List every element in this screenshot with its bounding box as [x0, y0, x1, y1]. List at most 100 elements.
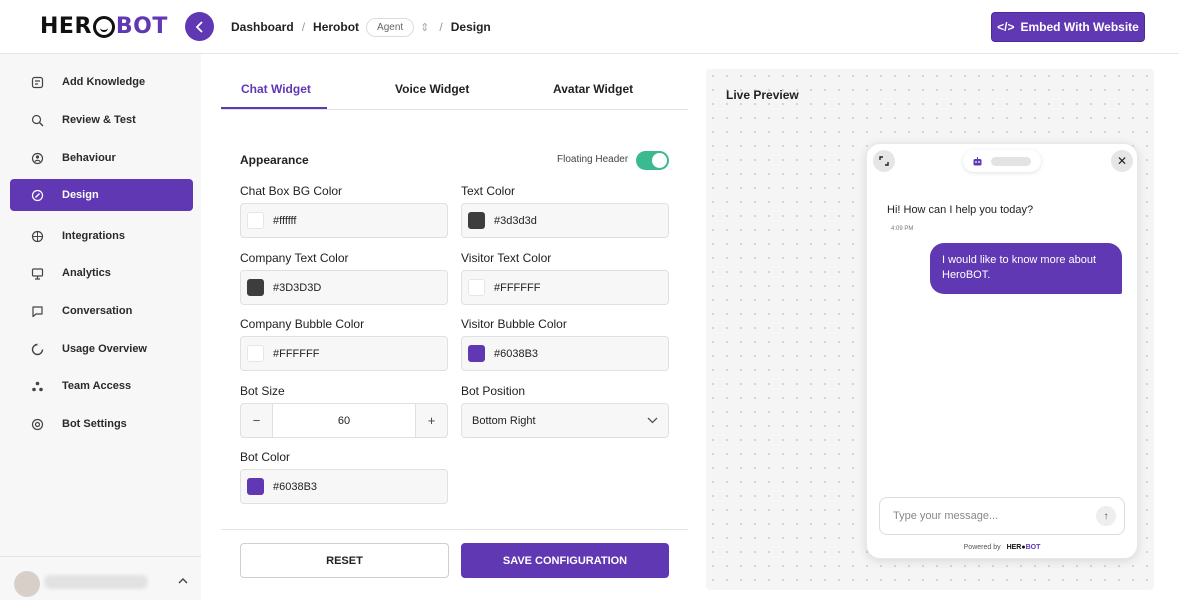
- bot-position-label: Bot Position: [461, 384, 526, 398]
- visitor-text-color-field[interactable]: #FFFFFF: [461, 270, 669, 305]
- send-arrow-icon[interactable]: ↑: [1096, 506, 1116, 526]
- design-icon: [30, 188, 44, 202]
- sidebar-item-integrations[interactable]: Integrations: [10, 220, 193, 252]
- sidebar-item-behaviour[interactable]: Behaviour: [10, 142, 193, 174]
- text-color-label: Text Color: [461, 184, 516, 198]
- herobot-logo[interactable]: HER BOT: [40, 12, 168, 40]
- sidebar-item-label: Design: [62, 189, 99, 201]
- reset-button[interactable]: RESET: [240, 543, 449, 578]
- floating-header-label: Floating Header: [557, 154, 629, 165]
- message-timestamp: 4:09 PM: [891, 226, 914, 232]
- breadcrumb-separator: /: [439, 20, 443, 34]
- sidebar-item-label: Usage Overview: [62, 343, 147, 355]
- powered-logo-hero: HER: [1006, 544, 1022, 551]
- powered-by-footer: Powered by HER●BOT: [867, 544, 1137, 551]
- sidebar-item-label: Conversation: [62, 305, 133, 317]
- color-value: #3D3D3D: [273, 281, 322, 294]
- bot-color-field[interactable]: #6038B3: [240, 469, 448, 504]
- sidebar-item-add-knowledge[interactable]: Add Knowledge: [10, 66, 193, 98]
- color-value: #6038B3: [273, 480, 318, 493]
- powered-by-text: Powered by: [963, 544, 1001, 551]
- collapse-sidebar-button[interactable]: [185, 12, 214, 41]
- bot-color-label: Bot Color: [240, 450, 291, 464]
- company-text-color-field[interactable]: #3D3D3D: [240, 270, 448, 305]
- logo-face-icon: [92, 16, 115, 38]
- color-value: #FFFFFF: [494, 281, 541, 294]
- team-icon: [30, 379, 44, 393]
- color-value: #3d3d3d: [494, 214, 537, 227]
- settings-icon: [30, 417, 44, 431]
- increment-button[interactable]: +: [416, 404, 447, 437]
- sidebar-item-usage-overview[interactable]: Usage Overview: [10, 333, 193, 365]
- tab-voice-widget[interactable]: Voice Widget: [395, 82, 469, 96]
- bot-size-input[interactable]: 60: [272, 404, 416, 437]
- company-bubble-color-field[interactable]: #FFFFFF: [240, 336, 448, 371]
- sidebar-item-team-access[interactable]: Team Access: [10, 370, 193, 402]
- agent-badge[interactable]: Agent: [366, 17, 415, 37]
- chevron-up-icon[interactable]: [178, 575, 188, 587]
- sidebar-item-design[interactable]: Design: [10, 179, 193, 211]
- sidebar-item-label: Bot Settings: [62, 418, 127, 430]
- bot-position-select[interactable]: Bottom Right: [461, 403, 669, 438]
- color-swatch[interactable]: [468, 212, 485, 229]
- bot-position-value: Bottom Right: [472, 414, 536, 427]
- text-color-field[interactable]: #3d3d3d: [461, 203, 669, 238]
- embed-with-website-button[interactable]: </> Embed With Website: [991, 12, 1145, 42]
- breadcrumb-current-page: Design: [450, 20, 491, 34]
- user-name-redacted: [44, 575, 148, 589]
- sidebar-item-review-test[interactable]: Review & Test: [10, 104, 193, 136]
- chat-message-input[interactable]: Type your message... ↑: [879, 497, 1125, 535]
- color-value: #ffffff: [273, 214, 297, 227]
- bot-message: Hi! How can I help you today?: [887, 204, 1034, 216]
- form-divider: [221, 529, 688, 530]
- sidebar-item-bot-settings[interactable]: Bot Settings: [10, 408, 193, 440]
- visitor-bubble-color-field[interactable]: #6038B3: [461, 336, 669, 371]
- code-icon: </>: [997, 20, 1015, 34]
- chat-bg-color-field[interactable]: #ffffff: [240, 203, 448, 238]
- breadcrumb-bot[interactable]: Herobot: [313, 20, 359, 34]
- breadcrumb-separator: /: [301, 20, 306, 34]
- logo-text-bot: BOT: [115, 13, 168, 39]
- powered-logo-bot: BOT: [1025, 544, 1041, 551]
- breadcrumb: Dashboard / Herobot Agent ⇕ / Design: [231, 16, 491, 38]
- save-configuration-button[interactable]: SAVE CONFIGURATION: [461, 543, 669, 578]
- color-value: #FFFFFF: [273, 347, 320, 360]
- company-text-color-label: Company Text Color: [240, 251, 349, 265]
- decrement-button[interactable]: −: [241, 404, 272, 437]
- close-icon[interactable]: ✕: [1111, 150, 1133, 172]
- switch-bot-icon[interactable]: ⇕: [420, 21, 429, 34]
- sidebar-item-conversation[interactable]: Conversation: [10, 295, 193, 327]
- color-swatch[interactable]: [468, 345, 485, 362]
- active-tab-indicator: [221, 107, 327, 109]
- add-knowledge-icon: [30, 75, 44, 89]
- chat-bg-color-label: Chat Box BG Color: [240, 184, 343, 198]
- widget-header-pill: [963, 150, 1041, 172]
- tab-chat-widget[interactable]: Chat Widget: [241, 82, 311, 96]
- color-swatch[interactable]: [247, 279, 264, 296]
- sidebar-item-label: Behaviour: [62, 152, 116, 164]
- company-bubble-color-label: Company Bubble Color: [240, 317, 365, 331]
- integrations-icon: [30, 229, 44, 243]
- review-icon: [30, 113, 44, 127]
- sidebar-item-label: Analytics: [62, 267, 111, 279]
- sidebar: Add Knowledge Review & Test Behaviour De…: [0, 54, 201, 600]
- color-swatch[interactable]: [247, 478, 264, 495]
- chevron-down-icon: [647, 417, 658, 424]
- breadcrumb-dashboard[interactable]: Dashboard: [231, 20, 294, 34]
- avatar: [14, 571, 40, 597]
- logo-text-hero: HER: [40, 13, 92, 39]
- user-message-bubble: I would like to know more about HeroBOT.: [930, 243, 1122, 294]
- color-swatch[interactable]: [247, 212, 264, 229]
- sidebar-item-analytics[interactable]: Analytics: [10, 257, 193, 289]
- sidebar-item-label: Team Access: [62, 380, 132, 392]
- usage-icon: [30, 342, 44, 356]
- floating-header-toggle[interactable]: [636, 151, 669, 170]
- embed-button-label: Embed With Website: [1020, 20, 1139, 34]
- expand-icon[interactable]: [873, 150, 895, 172]
- color-value: #6038B3: [494, 347, 539, 360]
- live-preview-title: Live Preview: [726, 88, 799, 102]
- tab-avatar-widget[interactable]: Avatar Widget: [553, 82, 633, 96]
- color-swatch[interactable]: [468, 279, 485, 296]
- user-profile-menu[interactable]: [0, 556, 201, 600]
- color-swatch[interactable]: [247, 345, 264, 362]
